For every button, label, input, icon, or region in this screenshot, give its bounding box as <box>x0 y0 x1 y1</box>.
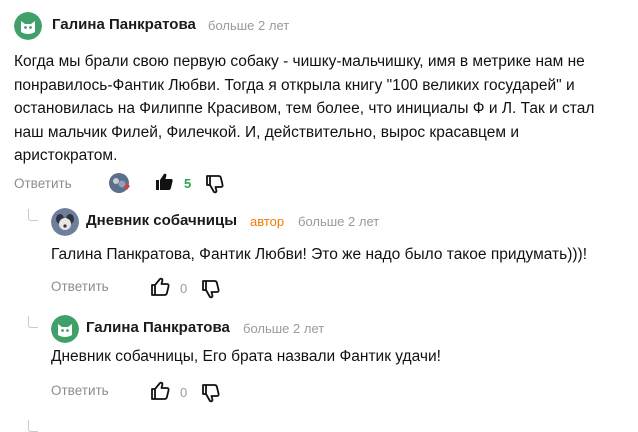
dislike-icon[interactable] <box>200 279 220 299</box>
dislike-icon[interactable] <box>204 174 224 194</box>
like-count: 0 <box>180 385 188 400</box>
comment-time: больше 2 лет <box>243 321 325 336</box>
comment-text: Когда мы брали свою первую собаку - чишк… <box>14 53 595 164</box>
author-badge: автор <box>250 214 285 229</box>
reply-button[interactable]: Ответить <box>51 383 109 398</box>
comment-author[interactable]: Галина Панкратова <box>86 319 230 336</box>
thread-connector <box>28 209 38 221</box>
thread-connector <box>28 316 38 328</box>
comment-time: больше 2 лет <box>208 18 290 33</box>
thread-connector <box>28 420 38 432</box>
comment-author[interactable]: Галина Панкратова <box>52 16 196 33</box>
avatar[interactable] <box>14 12 42 40</box>
comment-time: больше 2 лет <box>298 214 380 229</box>
avatar[interactable] <box>51 315 79 343</box>
dislike-icon[interactable] <box>200 383 220 403</box>
reply-button[interactable]: Ответить <box>14 176 72 191</box>
comment-author[interactable]: Дневник собачницы <box>86 212 237 229</box>
avatar[interactable] <box>51 208 79 236</box>
comment-text: Дневник собачницы, Его брата назвали Фан… <box>51 348 441 365</box>
cat-avatar-icon <box>51 315 79 343</box>
cat-avatar-icon <box>14 12 42 40</box>
like-icon[interactable] <box>150 277 170 297</box>
comment-text: Галина Панкратова, Фантик Любви! Это же … <box>51 246 588 263</box>
like-icon[interactable] <box>154 172 174 192</box>
dog-photo-icon <box>51 208 79 236</box>
reaction-avatar-icon <box>109 173 130 193</box>
like-count: 5 <box>184 176 192 191</box>
like-count: 0 <box>180 281 188 296</box>
reactions-avatars[interactable] <box>108 172 132 194</box>
like-icon[interactable] <box>150 381 170 401</box>
reply-button[interactable]: Ответить <box>51 279 109 294</box>
